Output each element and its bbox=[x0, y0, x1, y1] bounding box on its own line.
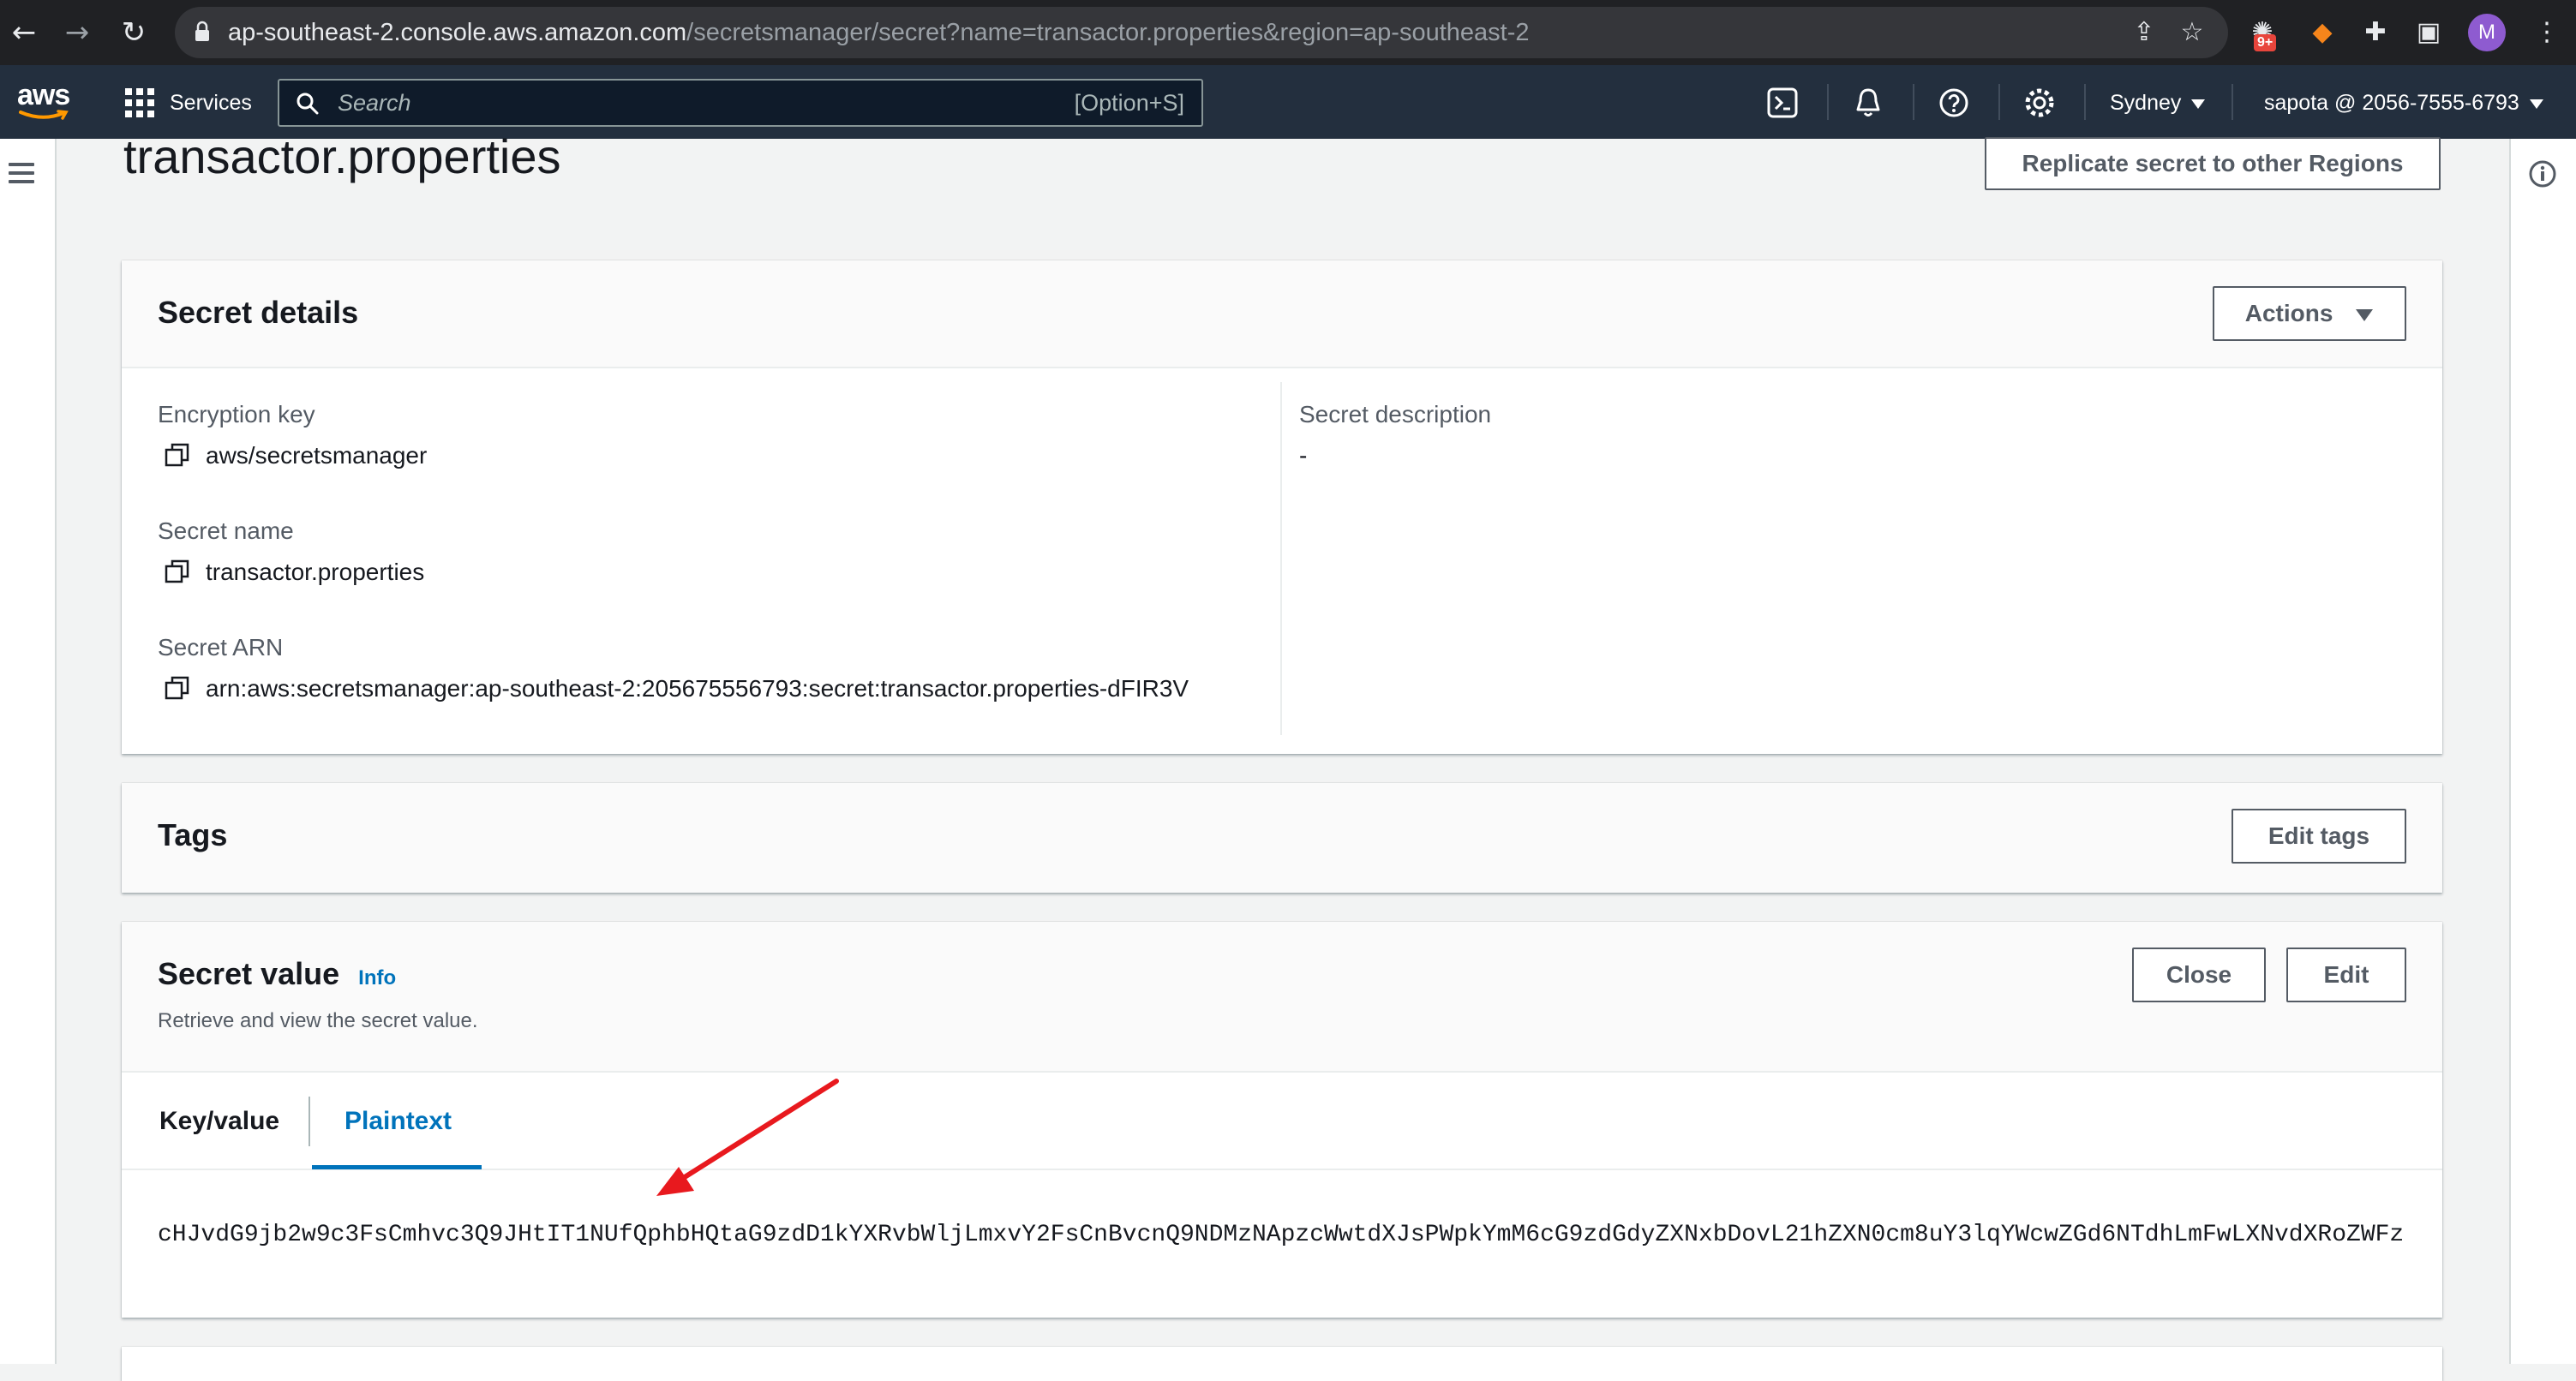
replicate-secret-button[interactable]: Replicate secret to other Regions bbox=[1985, 137, 2441, 190]
active-tab-indicator bbox=[312, 1165, 482, 1169]
secret-description-label: Secret description bbox=[1299, 401, 1492, 427]
secret-value-panel: Secret value Info Retrieve and view the … bbox=[122, 922, 2442, 1318]
notifications-bell-icon[interactable] bbox=[1851, 86, 1885, 120]
column-divider bbox=[1280, 382, 1282, 735]
panel-header: Tags Edit tags bbox=[122, 783, 2442, 893]
page-title: transactor.properties bbox=[123, 129, 561, 183]
copy-icon[interactable] bbox=[165, 442, 190, 468]
more-menu-icon[interactable]: ⋮ bbox=[2528, 14, 2566, 51]
panel-title: Secret details bbox=[158, 295, 359, 330]
nav-divider bbox=[1827, 84, 1829, 120]
secret-description-value: - bbox=[1299, 442, 1308, 469]
panel-header: Secret value Info Retrieve and view the … bbox=[122, 922, 2442, 1073]
info-panel-icon[interactable] bbox=[2528, 159, 2557, 188]
next-panel bbox=[122, 1347, 2442, 1381]
panel-title-row: Secret value Info bbox=[158, 956, 396, 992]
left-navigation-rail bbox=[0, 139, 57, 1364]
browser-toolbar: ← → ↻ ap-southeast-2.console.aws.amazon.… bbox=[0, 0, 2576, 65]
nav-divider bbox=[1998, 84, 2000, 120]
secret-arn-label: Secret ARN bbox=[158, 634, 284, 661]
search-box[interactable]: [Option+S] bbox=[278, 79, 1203, 127]
cloudshell-icon[interactable] bbox=[1765, 86, 1800, 120]
url-text: ap-southeast-2.console.aws.amazon.com/se… bbox=[228, 19, 1530, 46]
tags-panel: Tags Edit tags bbox=[122, 783, 2442, 893]
search-input[interactable] bbox=[338, 81, 989, 125]
secret-name-value: transactor.properties bbox=[206, 559, 425, 585]
nav-divider bbox=[2232, 84, 2233, 120]
region-selector[interactable]: Sydney bbox=[2110, 91, 2206, 116]
annotation-arrow-icon bbox=[656, 1079, 839, 1196]
reload-icon[interactable]: ↻ bbox=[115, 14, 153, 51]
panel-subtitle: Retrieve and view the secret value. bbox=[158, 1009, 478, 1032]
search-shortcut-hint: [Option+S] bbox=[1074, 90, 1184, 116]
secret-name-label: Secret name bbox=[158, 517, 294, 544]
copy-icon[interactable] bbox=[165, 559, 190, 584]
secret-plaintext-value[interactable]: cHJvdG9jb2w9c3FsCmhvc3Q9JHtIT1NUfQphbHQt… bbox=[158, 1222, 2408, 1248]
nav-divider bbox=[2084, 84, 2086, 120]
panel-title: Tags bbox=[158, 817, 228, 852]
aws-logo[interactable]: aws bbox=[17, 81, 72, 123]
extensions-icon[interactable]: ✚ bbox=[2357, 14, 2394, 51]
encryption-key-label: Encryption key bbox=[158, 401, 315, 427]
panel-title: Secret value bbox=[158, 956, 340, 991]
services-menu-button[interactable]: Services bbox=[125, 86, 252, 120]
tab-separator bbox=[309, 1097, 310, 1146]
profile-avatar[interactable]: M bbox=[2468, 14, 2506, 51]
metamask-icon[interactable]: ◆ bbox=[2303, 14, 2341, 51]
settings-gear-icon[interactable] bbox=[2022, 86, 2057, 120]
right-help-rail bbox=[2509, 139, 2576, 1364]
caret-down-icon bbox=[2191, 99, 2206, 109]
aws-smile-icon bbox=[19, 110, 69, 120]
copy-icon[interactable] bbox=[165, 675, 190, 701]
edit-tags-button[interactable]: Edit tags bbox=[2232, 809, 2406, 864]
bookmark-star-icon[interactable]: ☆ bbox=[2177, 17, 2208, 48]
address-bar[interactable]: ap-southeast-2.console.aws.amazon.com/se… bbox=[175, 7, 2228, 58]
back-icon[interactable]: ← bbox=[5, 14, 43, 51]
grid-icon bbox=[125, 88, 154, 117]
account-menu[interactable]: sapota @ 2056-7555-6793 bbox=[2264, 91, 2543, 116]
close-button[interactable]: Close bbox=[2132, 948, 2266, 1002]
lock-icon bbox=[195, 21, 209, 41]
search-icon bbox=[297, 93, 319, 115]
tab-key-value[interactable]: Key/value bbox=[159, 1073, 279, 1170]
hamburger-menu-icon[interactable] bbox=[9, 163, 34, 183]
info-link[interactable]: Info bbox=[358, 966, 396, 989]
extension-badge: 9+ bbox=[2254, 34, 2277, 51]
edit-button[interactable]: Edit bbox=[2286, 948, 2406, 1002]
panel-header: Secret details Actions bbox=[122, 260, 2442, 368]
actions-dropdown-button[interactable]: Actions bbox=[2213, 286, 2406, 341]
secret-arn-value: arn:aws:secretsmanager:ap-southeast-2:20… bbox=[206, 675, 1189, 702]
side-panel-icon[interactable]: ▣ bbox=[2410, 14, 2447, 51]
caret-down-icon bbox=[2529, 99, 2543, 109]
caret-down-icon bbox=[2356, 308, 2374, 321]
secret-details-panel: Secret details Actions Encryption key aw… bbox=[122, 260, 2442, 754]
encryption-key-value: aws/secretsmanager bbox=[206, 442, 428, 469]
share-icon[interactable]: ⇪ bbox=[2129, 17, 2160, 48]
forward-icon[interactable]: → bbox=[58, 14, 96, 51]
nav-divider bbox=[1913, 84, 1914, 120]
help-icon[interactable] bbox=[1937, 86, 1971, 120]
tab-plaintext[interactable]: Plaintext bbox=[344, 1073, 452, 1170]
tab-bar: Key/value Plaintext bbox=[122, 1073, 2442, 1170]
